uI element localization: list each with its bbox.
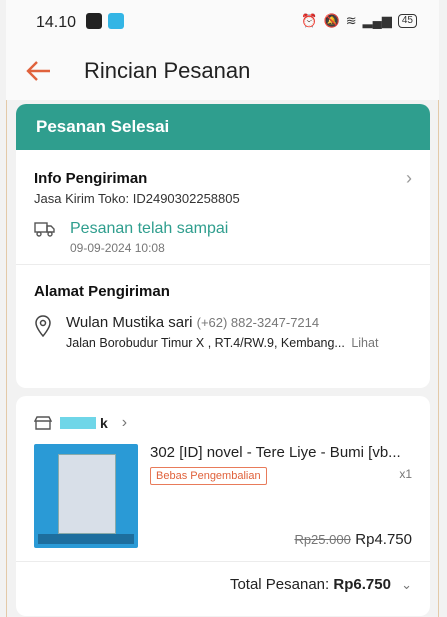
price-row: Rp25.000 Rp4.750 bbox=[150, 531, 412, 549]
recipient-line: Wulan Mustika sari (+62) 882-3247-7214 bbox=[66, 314, 378, 331]
delivery-status-row: Pesanan telah sampai bbox=[34, 220, 412, 238]
store-icon bbox=[34, 416, 52, 430]
location-pin-icon bbox=[35, 315, 51, 337]
return-badge: Bebas Pengembalian bbox=[150, 467, 267, 485]
bag-icon bbox=[86, 13, 102, 29]
product-title: 302 [ID] novel - Tere Liye - Bumi [vb... bbox=[150, 444, 401, 461]
shop-header[interactable]: k › bbox=[16, 396, 430, 432]
thumbnail-footer bbox=[38, 534, 134, 544]
wifi-icon: ≋ bbox=[345, 13, 357, 28]
alarm-icon: ⏰ bbox=[301, 13, 318, 28]
book-cover bbox=[58, 454, 116, 534]
shop-name: k bbox=[100, 415, 108, 431]
street-line: Jalan Borobudur Timur X , RT.4/RW.9, Kem… bbox=[66, 336, 378, 350]
mute-icon: 🔕 bbox=[323, 13, 340, 28]
chevron-down-icon[interactable]: ⌄ bbox=[401, 577, 412, 592]
back-arrow-icon[interactable] bbox=[24, 56, 54, 86]
order-status-banner: Pesanan Selesai bbox=[16, 104, 430, 150]
street-address: Jalan Borobudur Timur X , RT.4/RW.9, Kem… bbox=[66, 336, 345, 350]
chevron-right-icon: › bbox=[121, 414, 128, 431]
original-price: Rp25.000 bbox=[294, 532, 351, 547]
redacted-shop-name bbox=[60, 417, 96, 429]
order-total-row[interactable]: Total Pesanan: Rp6.750 ⌄ bbox=[16, 562, 430, 593]
status-bar: 14.10 ⏰ 🔕 ≋ ▂▄▆ 45 bbox=[6, 0, 439, 44]
app-header: Rincian Pesanan bbox=[6, 44, 439, 100]
product-thumbnail bbox=[34, 444, 138, 548]
chat-app-icon bbox=[108, 13, 124, 29]
view-address-link[interactable]: Lihat bbox=[351, 336, 378, 350]
chevron-right-icon[interactable]: › bbox=[406, 168, 412, 189]
shop-order-card: k › 302 [ID] novel - Tere Liye - Bumi [v… bbox=[16, 396, 430, 616]
address-section: Alamat Pengiriman Wulan Mustika sari (+6… bbox=[16, 265, 430, 350]
address-row: Wulan Mustika sari (+62) 882-3247-7214 J… bbox=[34, 314, 412, 350]
order-detail-card: Pesanan Selesai Info Pengiriman › Jasa K… bbox=[16, 104, 430, 388]
delivery-time: 09-09-2024 10:08 bbox=[70, 241, 165, 255]
product-info: 302 [ID] novel - Tere Liye - Bumi [vb...… bbox=[150, 444, 430, 549]
product-meta: Bebas Pengembalian x1 bbox=[150, 467, 412, 485]
product-row[interactable]: 302 [ID] novel - Tere Liye - Bumi [vb...… bbox=[16, 432, 430, 549]
status-notification-icons bbox=[86, 13, 124, 29]
address-details: Wulan Mustika sari (+62) 882-3247-7214 J… bbox=[66, 314, 378, 350]
courier-info: Jasa Kirim Toko: ID2490302258805 bbox=[34, 191, 240, 206]
order-total-value: Rp6.750 bbox=[333, 576, 391, 593]
recipient-name: Wulan Mustika sari bbox=[66, 314, 193, 331]
delivery-status: Pesanan telah sampai bbox=[70, 220, 229, 237]
page-title: Rincian Pesanan bbox=[84, 58, 251, 83]
status-right-icons: ⏰ 🔕 ≋ ▂▄▆ 45 bbox=[301, 13, 417, 29]
product-quantity: x1 bbox=[399, 467, 412, 481]
product-price: Rp4.750 bbox=[355, 531, 412, 548]
recipient-phone: (+62) 882-3247-7214 bbox=[196, 315, 320, 330]
truck-icon bbox=[34, 222, 55, 237]
shipping-info-title: Info Pengiriman bbox=[34, 170, 148, 187]
battery-icon: 45 bbox=[397, 14, 417, 28]
address-title: Alamat Pengiriman bbox=[34, 283, 170, 300]
signal-icon: ▂▄▆ bbox=[362, 13, 392, 28]
status-time: 14.10 bbox=[36, 14, 77, 31]
order-total-label: Total Pesanan: bbox=[229, 576, 330, 593]
shipping-info-section[interactable]: Info Pengiriman › Jasa Kirim Toko: ID249… bbox=[16, 150, 430, 264]
